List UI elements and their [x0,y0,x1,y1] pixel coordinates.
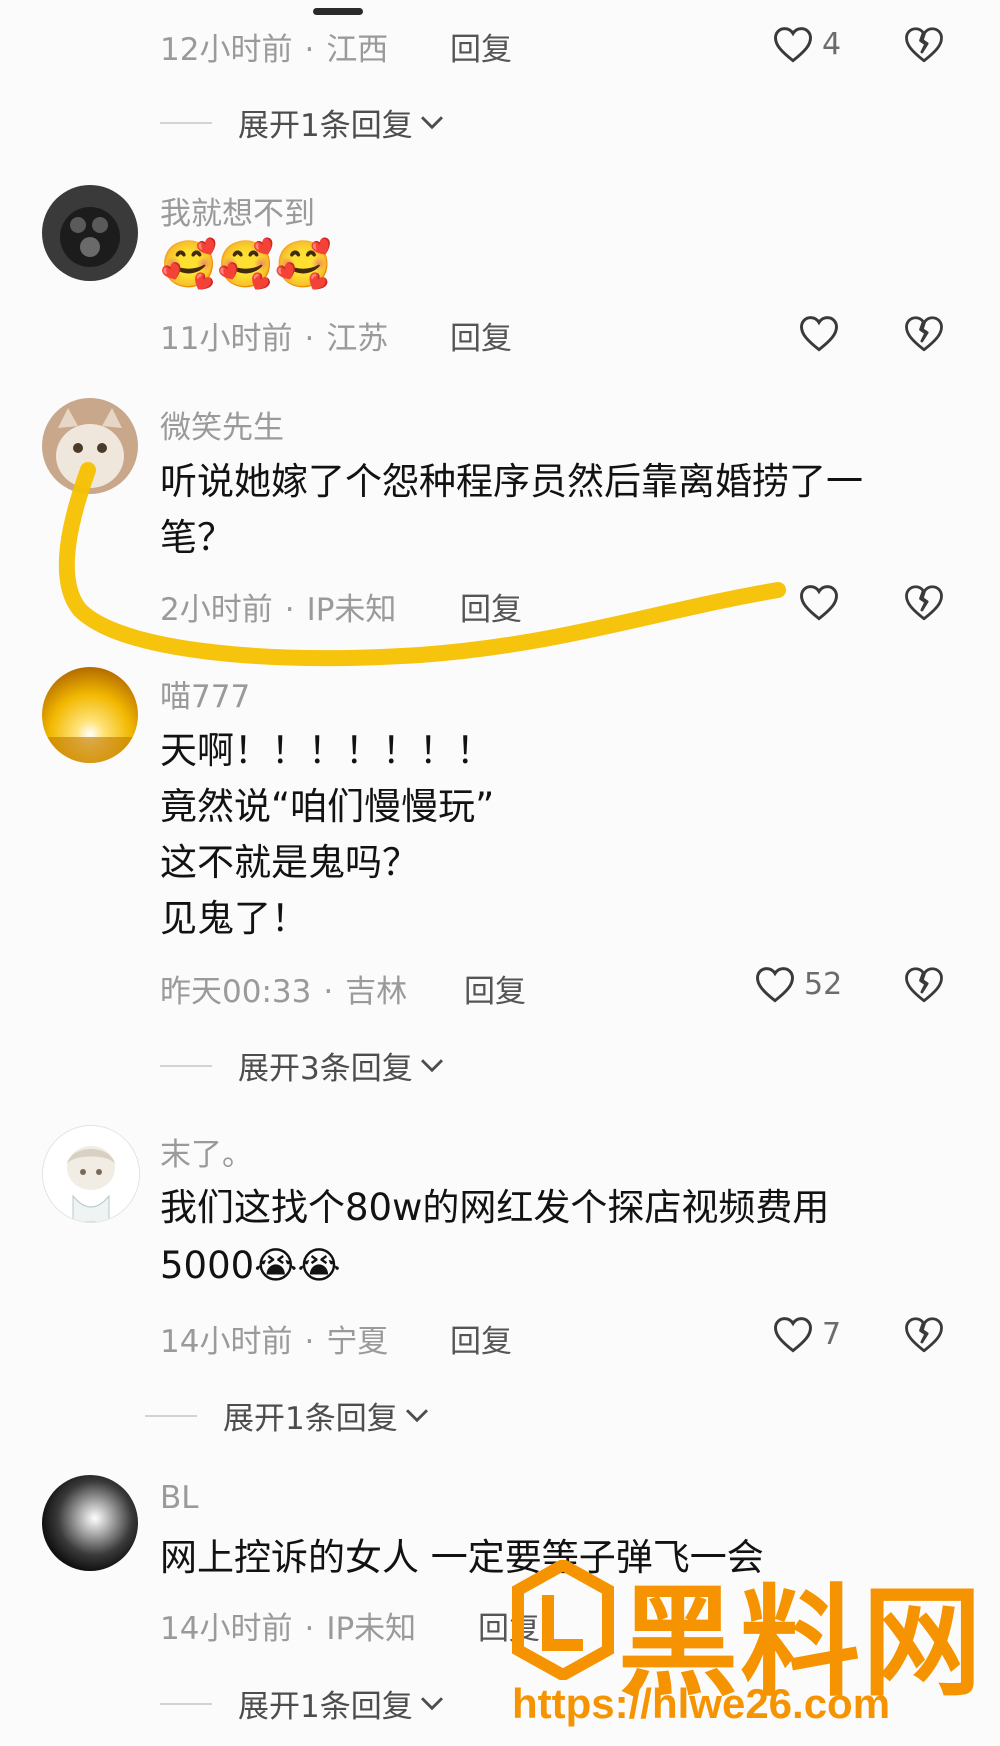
comment-text: 5000😭😭 [160,1244,341,1287]
chevron-down-icon [405,1408,428,1422]
like-button[interactable]: 4 [772,24,841,64]
reply-button[interactable]: 回复 [464,966,526,1011]
username[interactable]: 末了。 [160,1129,253,1174]
divider [145,1414,197,1417]
like-button[interactable]: 52 [754,964,842,1004]
username[interactable]: 微笑先生 [160,402,284,447]
avatar[interactable] [42,667,138,763]
like-button[interactable] [798,582,840,622]
heart-icon [774,1317,812,1353]
heart-icon [800,585,838,621]
like-count: 7 [822,1316,842,1352]
comment-text: 这不就是鬼吗？ [160,841,419,884]
chevron-down-icon [420,115,443,129]
broken-heart-icon[interactable] [903,24,945,66]
expand-replies[interactable]: 展开1条回复 [160,100,447,145]
broken-heart-icon[interactable] [903,582,945,624]
divider [160,1064,212,1067]
comment-meta: 2小时前 · IP未知 [160,592,397,628]
reply-button[interactable]: 回复 [450,313,512,358]
avatar[interactable] [42,1475,138,1571]
comment-text: 见鬼了！ [160,897,308,940]
username[interactable]: 喵777 [160,671,250,716]
heart-icon [800,316,838,352]
username[interactable]: 我就想不到 [160,188,315,233]
like-button[interactable]: 7 [772,1314,841,1354]
avatar[interactable] [42,185,138,281]
watermark-logo-icon [512,1560,614,1680]
username[interactable]: BL [160,1480,199,1516]
chevron-down-icon [420,1696,443,1710]
like-button[interactable] [798,313,840,353]
like-count: 4 [822,26,842,62]
comment-meta: 14小时前 · IP未知 [160,1611,417,1647]
expand-replies[interactable]: 展开1条回复 [160,1681,447,1726]
comment-text: 天啊！！！！！！！ [160,729,493,772]
reply-button[interactable]: 回复 [450,1316,512,1361]
comment-text: 我们这找个80w的网红发个探店视频费用 [160,1186,830,1229]
comment-meta: 14小时前 · 宁夏 [160,1324,389,1360]
expand-replies[interactable]: 展开3条回复 [160,1043,447,1088]
comment-text: 🥰🥰🥰 [160,237,332,291]
heart-icon [774,27,812,63]
highlight-annotation [58,462,786,666]
comment-meta: 12小时前 · 江西 [160,32,389,68]
comment-text: 笔？ [160,516,234,559]
broken-heart-icon[interactable] [903,964,945,1006]
avatar[interactable] [42,398,138,494]
divider [160,121,212,124]
watermark-url: https://hlwe26.com [512,1680,891,1727]
reply-button[interactable]: 回复 [450,24,512,69]
top-handle [313,8,363,15]
heart-icon [756,967,794,1003]
divider [160,1702,212,1705]
comment-text: 听说她嫁了个怨种程序员然后靠离婚捞了一 [160,460,863,503]
expand-replies[interactable]: 展开1条回复 [145,1393,432,1438]
broken-heart-icon[interactable] [903,313,945,355]
comment-text: 竟然说“咱们慢慢玩” [160,785,495,828]
comment-meta: 11小时前 · 江苏 [160,321,389,357]
comment-meta: 昨天00:33 · 吉林 [160,974,408,1010]
reply-button[interactable]: 回复 [460,584,522,629]
like-count: 52 [804,966,843,1002]
broken-heart-icon[interactable] [903,1314,945,1356]
chevron-down-icon [420,1058,443,1072]
avatar[interactable] [42,1125,140,1223]
